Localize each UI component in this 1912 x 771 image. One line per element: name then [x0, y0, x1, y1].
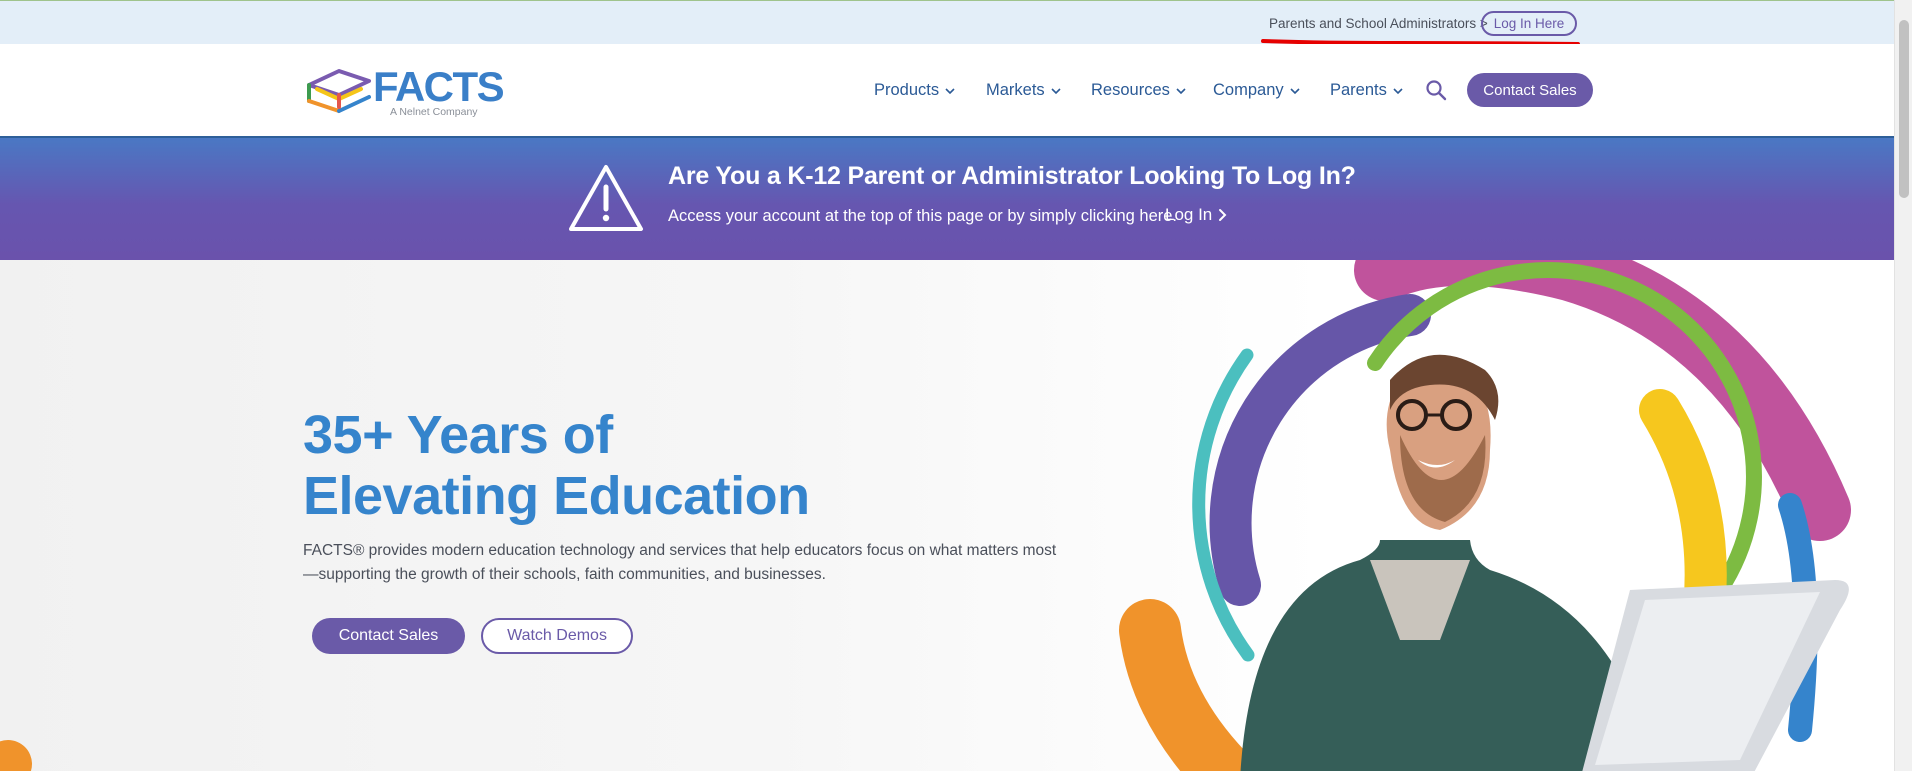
alert-subtitle[interactable]: Access your account at the top of this p… — [668, 207, 1177, 226]
scrollbar-thumb[interactable] — [1899, 20, 1909, 198]
watch-demos-button[interactable]: Watch Demos — [481, 618, 633, 654]
hero-title: 35+ Years of Elevating Education — [303, 405, 810, 527]
nav-company[interactable]: Company — [1213, 81, 1300, 100]
nav-label: Parents — [1330, 81, 1387, 99]
nav-label: Markets — [986, 81, 1045, 99]
login-alert-banner: Are You a K-12 Parent or Administrator L… — [0, 138, 1894, 260]
header-contact-sales-button[interactable]: Contact Sales — [1467, 73, 1593, 107]
chevron-down-icon — [945, 87, 955, 94]
logo-subtitle: A Nelnet Company — [390, 106, 478, 118]
nav-label: Products — [874, 81, 940, 99]
warning-icon — [569, 165, 643, 231]
site-header: FACTS A Nelnet Company Products Markets … — [0, 44, 1894, 138]
hero-illustration — [1119, 260, 1851, 771]
facts-logo[interactable]: FACTS A Nelnet Company — [305, 61, 505, 123]
nav-label: Company — [1213, 81, 1284, 99]
nav-resources[interactable]: Resources — [1091, 81, 1186, 100]
alert-login-label: Log In — [1165, 205, 1213, 224]
page-scrollbar[interactable] — [1894, 0, 1912, 771]
hero-title-line2: Elevating Education — [303, 466, 810, 526]
facts-logo-icon — [307, 69, 371, 113]
logo-wordmark: FACTS — [373, 63, 505, 110]
corner-blob — [0, 740, 32, 771]
search-icon[interactable] — [1425, 79, 1447, 101]
utility-bar: Parents and School Administrators > Log … — [0, 0, 1894, 44]
chevron-down-icon — [1051, 87, 1061, 94]
nav-markets[interactable]: Markets — [986, 81, 1061, 100]
nav-parents[interactable]: Parents — [1330, 81, 1403, 100]
chevron-down-icon — [1176, 87, 1186, 94]
login-here-button[interactable]: Log In Here — [1481, 11, 1577, 36]
alert-title: Are You a K-12 Parent or Administrator L… — [668, 162, 1356, 190]
nav-products[interactable]: Products — [874, 81, 955, 100]
hero-contact-sales-button[interactable]: Contact Sales — [312, 618, 465, 654]
chevron-down-icon — [1290, 87, 1300, 94]
chevron-right-icon — [1219, 209, 1227, 221]
hero-description: FACTS® provides modern education technol… — [303, 542, 1057, 583]
alert-login-link[interactable]: Log In — [1165, 205, 1228, 225]
hero-section: 35+ Years of Elevating Education FACTS® … — [0, 260, 1894, 771]
audience-text[interactable]: Parents and School Administrators > — [1269, 16, 1488, 31]
chevron-down-icon — [1393, 87, 1403, 94]
hero-title-line1: 35+ Years of — [303, 405, 613, 465]
nav-label: Resources — [1091, 81, 1170, 99]
